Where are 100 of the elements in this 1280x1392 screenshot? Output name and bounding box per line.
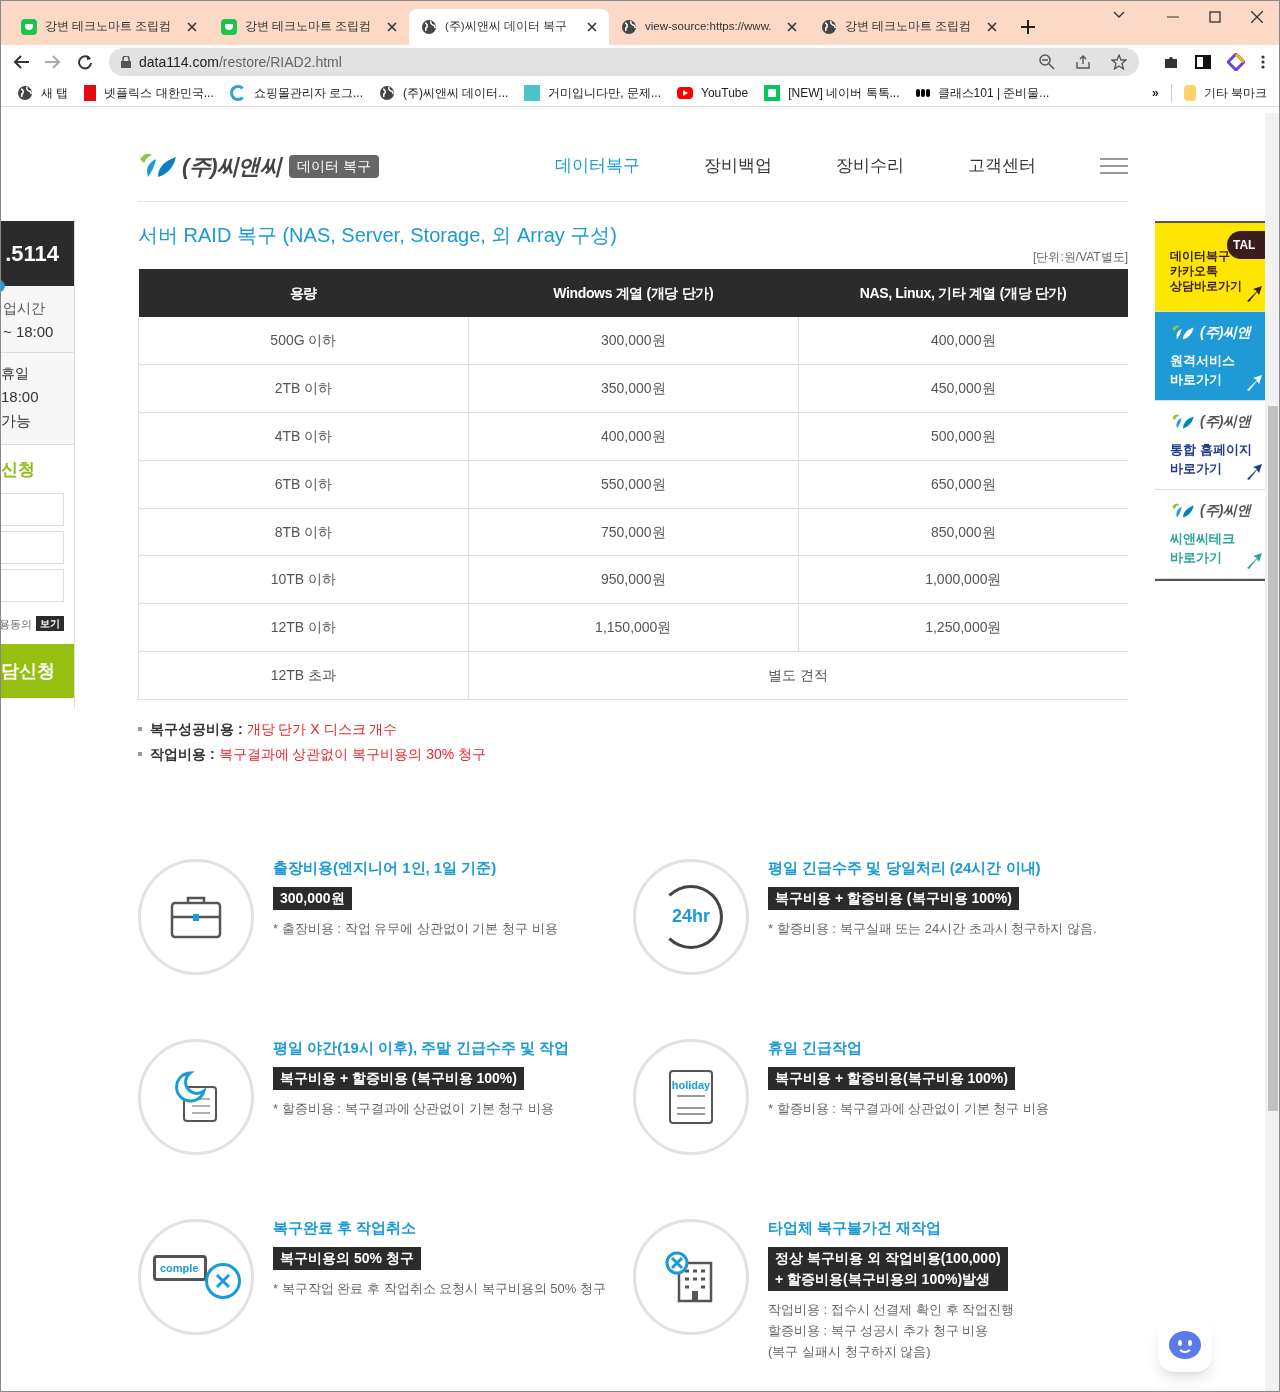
fee-note: 작업비용 : 복구결과에 상관없이 복구비용의 30% 청구 [138, 743, 1128, 765]
table-cell: 8TB 이하 [138, 508, 469, 556]
table-cell: 1,000,000원 [798, 556, 1128, 604]
service-description: * 복구작업 완료 후 작업취소 요청시 복구비용의 50% 청구 [273, 1280, 606, 1299]
globe-icon [621, 19, 637, 35]
close-icon[interactable] [587, 22, 597, 32]
browser-tab[interactable]: (주)씨앤씨 데이터 복구 [409, 9, 609, 45]
tab-title: (주)씨앤씨 데이터 복구 [445, 19, 569, 35]
tab-title: 강변 테크노마트 조립컴 [45, 19, 173, 35]
tab-search-icon[interactable] [1113, 11, 1125, 19]
hours-label: 업시간 [2, 299, 46, 318]
input-field[interactable] [1, 568, 64, 602]
bookmark-item[interactable]: 쇼핑몰관리자 로그... [229, 83, 364, 102]
share-icon[interactable] [1075, 54, 1091, 70]
nav-link[interactable]: 장비수리 [836, 153, 904, 179]
arrow-icon [1245, 552, 1263, 570]
price-tag: 복구비용 + 할증비용(복구비용 100%) [768, 1067, 1015, 1091]
table-cell: 850,000원 [798, 508, 1128, 556]
robot-face-icon [1168, 1330, 1202, 1360]
close-icon[interactable] [387, 22, 397, 32]
chatbot-button[interactable] [1158, 1318, 1212, 1372]
menu-icon[interactable] [1261, 55, 1265, 69]
extension-logo-icon[interactable] [1227, 53, 1245, 71]
price-tag: 300,000원 [273, 887, 352, 911]
close-icon[interactable] [987, 22, 997, 32]
table-cell: 10TB 이하 [138, 556, 469, 604]
c-logo-icon [229, 84, 246, 101]
service-description: * 할증비용 : 복구결과에 상관없이 기본 청구 비용 [273, 1100, 554, 1119]
bookmark-item[interactable]: [NEW] 네이버 톡톡... [764, 83, 900, 102]
service-description: * 할증비용 : 복구실패 또는 24시간 초과시 청구하지 않음. [768, 920, 1097, 939]
browser-tab[interactable]: 강변 테크노마트 조립컴 [9, 9, 209, 45]
bookmark-item[interactable]: 거미입니다만, 문제... [524, 83, 662, 102]
arrow-icon [1245, 374, 1263, 392]
browser-tab[interactable]: 강변 테크노마트 조립컴 [809, 9, 1009, 45]
form-title: 신청 [1, 459, 36, 481]
tab-title: 강변 테크노마트 조립컴 [245, 19, 373, 35]
folder-icon [1183, 84, 1196, 101]
price-tag: 복구비용 + 할증비용 (복구비용 100%) [768, 887, 1019, 911]
service-description: * 할증비용 : 복구결과에 상관없이 기본 청구 비용 [768, 1100, 1049, 1119]
link-banner[interactable]: TAL 데이터복구 카카오톡 상담바로가기 [1155, 223, 1265, 312]
holiday-note: 가능 [1, 411, 32, 431]
maximize-icon[interactable] [1209, 11, 1221, 23]
tab-title: 강변 테크노마트 조립컴 [845, 19, 973, 35]
address-bar[interactable]: data114.com/restore/RIAD2.html [109, 48, 1139, 76]
table-cell: 12TB 초과 [138, 651, 469, 700]
video-icon [524, 84, 541, 101]
service-title: 복구완료 후 작업취소 [273, 1217, 417, 1238]
close-icon[interactable] [187, 22, 197, 32]
table-cell: 1,150,000원 [468, 603, 799, 652]
view-button[interactable]: 보기 [36, 616, 64, 632]
browser-tab[interactable]: view-source:https://www. [609, 9, 809, 45]
table-cell: 4TB 이하 [138, 412, 469, 461]
page-title: 서버 RAID 복구 (NAS, Server, Storage, 외 Array 구성) [138, 223, 618, 248]
bookmark-item[interactable]: 넷플릭스 대한민국... [84, 83, 214, 102]
youtube-icon [677, 86, 694, 99]
reload-icon[interactable] [77, 54, 93, 70]
lock-icon [121, 56, 131, 68]
input-field[interactable] [1, 492, 64, 526]
briefcase-icon [170, 894, 222, 939]
table-cell: 400,000원 [468, 412, 799, 461]
fee-note: 복구성공비용 : 개당 단가 X 디스크 개수 [138, 718, 1128, 740]
price-tag: 복구비용의 50% 청구 [273, 1247, 421, 1271]
phone-number: .5114 [5, 240, 59, 268]
price-tag: 복구비용 + 할증비용 (복구비용 100%) [273, 1067, 524, 1091]
table-cell: 12TB 이하 [138, 603, 469, 652]
price-tag: 정상 복구비용 외 작업비용(100,000) + 할증비용(복구비용의 100%)발생 [768, 1247, 1008, 1292]
input-field[interactable] [1, 530, 64, 564]
unit-note: [단위:원/VAT별도] [1032, 249, 1128, 266]
column-header: Windows 계열 (개당 단가) [468, 269, 799, 317]
new-tab-icon[interactable] [1021, 20, 1035, 34]
bookmark-folder[interactable]: 기타 북마크 [1170, 83, 1267, 102]
bookmark-item[interactable]: 새 탭 [17, 83, 69, 102]
more-bookmarks-button[interactable]: » [1151, 83, 1159, 102]
holiday-hours: 18:00 [1, 387, 40, 407]
table-cell: 500G 이하 [138, 317, 469, 365]
naver-icon [764, 84, 781, 101]
app-icon [21, 19, 37, 35]
close-icon[interactable] [787, 22, 797, 32]
table-cell: 2TB 이하 [138, 364, 469, 413]
scrollbar[interactable] [1265, 113, 1279, 1391]
service-title: 평일 긴급수주 및 당일처리 (24시간 이내) [768, 857, 1041, 878]
service-title: 평일 야간(19시 이후), 주말 긴급수주 및 작업 [273, 1037, 569, 1058]
service-description: * 출장비용 : 작업 유무에 상관없이 기본 청구 비용 [273, 920, 558, 939]
globe-icon [17, 84, 33, 101]
side-panel-icon[interactable] [1195, 54, 1211, 70]
nav-link[interactable]: 고객센터 [968, 153, 1036, 179]
globe-icon [821, 19, 837, 35]
zoom-out-icon[interactable] [1039, 54, 1055, 70]
arrow-icon [1245, 463, 1263, 481]
table-cell: 6TB 이하 [138, 460, 469, 509]
leaf-logo-icon [1170, 412, 1196, 431]
bookmark-item[interactable]: (주)씨앤씨 데이터... [379, 83, 509, 102]
close-icon[interactable] [1251, 11, 1263, 23]
back-icon[interactable] [13, 55, 29, 69]
bookmark-item[interactable]: YouTube [677, 83, 749, 102]
service-title: 출장비용(엔지니어 1인, 1일 기준) [273, 857, 497, 878]
bookmark-item[interactable]: 클래스101 | 준비물... [915, 83, 1050, 102]
browser-tab[interactable]: 강변 테크노마트 조립컴 [209, 9, 409, 45]
star-icon[interactable] [1111, 54, 1127, 70]
nav-link[interactable]: 장비백업 [704, 153, 772, 179]
